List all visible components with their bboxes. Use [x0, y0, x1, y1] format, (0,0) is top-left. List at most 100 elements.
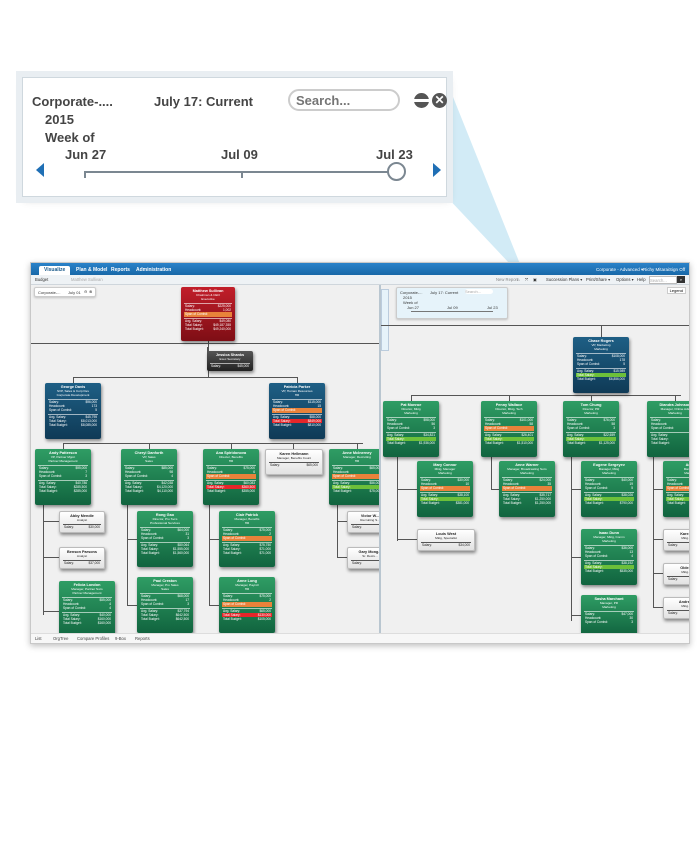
node-dept: Marketing — [602, 471, 616, 475]
arrow-right-icon[interactable] — [433, 163, 441, 177]
footer-list[interactable]: List — [35, 636, 42, 641]
breadcrumb[interactable]: Matthew Sullivan — [71, 276, 103, 283]
org-node[interactable]: Anne Long Manager, Payroll HR Salary: $75,00… — [219, 577, 275, 633]
org-node[interactable]: Adri...Manager...MarketingSalary:Headcou… — [663, 461, 689, 517]
org-node[interactable]: Anne McInerney Manager, Recruiting HR Salar… — [329, 449, 379, 505]
timeline-track[interactable] — [85, 171, 395, 173]
node-stats: Salary: $34,000 — [421, 542, 471, 547]
org-node[interactable]: Abby Mendle Analyst Salary: $30,000 — [59, 511, 105, 533]
options-menu[interactable]: Options ▾ — [616, 276, 634, 283]
org-node[interactable]: Karen Hellmann Manager, Benefits Count Sal… — [265, 449, 323, 475]
org-node[interactable]: Tom Chung Director, PR Marketing Salary: $76… — [563, 401, 619, 457]
node-dept: Marketing — [602, 605, 616, 609]
org-node[interactable]: Cheryl Danforth VP, Sales Sales Salary: $85,… — [121, 449, 177, 505]
close-circle-icon[interactable]: ✕ — [432, 93, 447, 108]
search-icon[interactable]: ⌕ — [677, 276, 685, 283]
org-node[interactable]: Felicia London Manager, Partner Svcs Partn… — [59, 581, 115, 633]
arrow-left-icon[interactable] — [36, 163, 44, 177]
node-stats: Salary: $37,000 — [63, 560, 101, 565]
stat-value: 4 — [171, 474, 173, 479]
search-input[interactable] — [288, 89, 400, 111]
connector-line — [337, 557, 347, 558]
connector-line — [43, 611, 59, 612]
node-stats: Salary: — [667, 542, 689, 547]
stat-row: Total Budget: $381,000 — [420, 501, 470, 505]
org-node[interactable]: Mary Connor Mktg, Manager Marketing Salary:… — [417, 461, 473, 517]
stat-value: $535,000 — [619, 568, 633, 573]
org-node[interactable]: Louis West Mktg, Specialist Salary: $34,000 — [417, 529, 475, 551]
left-org-pane[interactable]: Corporate-... July 01 ⊖ ⊗ Matthew Sulliv… — [31, 285, 381, 633]
mini-timeline-track[interactable] — [411, 311, 493, 312]
stat-row: Span of Control: 3 — [386, 426, 436, 430]
stat-row: Total Budget: $1,510,000 — [484, 441, 534, 445]
footer-reports[interactable]: Reports — [135, 636, 150, 641]
connector-line — [337, 521, 347, 522]
stat-label: Span of Control: — [585, 554, 609, 559]
close-circle-icon[interactable]: ⊗ — [89, 289, 92, 294]
footer-orgtree[interactable]: OrgTree — [53, 636, 68, 641]
stat-value: 58 — [529, 422, 533, 427]
footer-9box[interactable]: 9-Box — [115, 636, 126, 641]
org-node[interactable]: Sasha Marchant Manager, PR Marketing Salary… — [581, 595, 637, 633]
org-node[interactable]: Olde...Mktg...Salary: — [663, 563, 689, 585]
stat-row: Span of Control: — [666, 486, 689, 491]
org-node[interactable]: Benson Parsons Analyst Salary: $37,000 — [59, 547, 105, 569]
stat-value: $38,192 — [621, 560, 633, 565]
zoom-slider[interactable] — [381, 289, 389, 351]
org-selector[interactable]: Corporate - Advanced ▾ — [596, 266, 643, 274]
stat-value: $38,100 — [457, 492, 469, 497]
stat-value: $26,401 — [521, 432, 533, 437]
org-node[interactable]: Andy Patterson VP, Partner Mgmt Partner Ma… — [35, 449, 91, 505]
org-node[interactable]: Matthew Sullivan Chairman & CEO Executive S… — [181, 287, 235, 341]
org-node[interactable]: Penny Wallace Director, Mktg, Tech Marketi… — [481, 401, 537, 457]
org-node[interactable]: Patricia Parker VP, Human Resources HR Sala… — [269, 383, 325, 439]
org-node[interactable]: Paul Creston Manager, Pro Sales Sales Salar… — [137, 577, 193, 633]
budget-button[interactable]: Budget — [35, 276, 48, 283]
help-menu[interactable]: Help — [637, 276, 646, 283]
minus-circle-icon[interactable]: ⊖ — [84, 289, 87, 294]
node-stats: Salary: $76,000 Headcount: 58 Span of Contro… — [566, 417, 616, 445]
print-share-menu[interactable]: Print/Share ▾ — [586, 276, 610, 283]
stat-value: 6 — [253, 470, 255, 475]
mini-search-input[interactable]: Search... — [465, 289, 493, 294]
node-title: Mktg... — [681, 604, 689, 608]
org-node[interactable]: Gary Mong... Sr. Recru... Salary: — [347, 547, 379, 569]
org-node[interactable]: Victor W... Recruiting S... Salary: — [347, 511, 379, 533]
org-node[interactable]: Rong Gao Director, Pro Svcs Professional S… — [137, 511, 193, 567]
minus-circle-icon[interactable] — [414, 93, 429, 108]
home-icon[interactable]: ⌂ — [517, 276, 520, 283]
org-node[interactable]: Kare...Mktg...Salary: — [663, 529, 689, 551]
layout-icon[interactable]: ▣ — [533, 276, 537, 283]
org-node[interactable]: Anne Warner Manager, Broadcasting Svcs Mar… — [499, 461, 555, 517]
new-report-button[interactable]: New Report — [496, 276, 518, 283]
stat-value: $71,000 — [259, 550, 271, 555]
node-stats: Salary: $24,000 Headcount: 35 Span of Contro… — [502, 477, 552, 505]
user-name[interactable]: Richy Mitarai — [643, 266, 669, 274]
toolbar-search-input[interactable]: Search... — [649, 276, 677, 284]
org-node[interactable]: Diandra Johnson Manager, Online Ads Market… — [647, 401, 689, 457]
org-node[interactable]: George Davis SVP, Sales & Corp Dev Corpora… — [45, 383, 101, 439]
tab-administration[interactable]: Administration — [131, 266, 176, 275]
node-stats: Salary: $75,000 Headcount: 6 Span of Control… — [206, 465, 256, 493]
mini-timeline-right[interactable]: Corporate-... 2015 Week of July 17: Curr… — [396, 287, 508, 319]
legend-button[interactable]: Legend — [666, 287, 686, 294]
org-node[interactable]: Eugene Sergeyev Manager, Mktg Marketing Sal… — [581, 461, 637, 517]
org-node[interactable]: Jessica Shanks Exec Secretary Salary: $45,0… — [207, 351, 253, 371]
org-node[interactable]: Pat Monroe Director, Mktg Marketing Salary:… — [383, 401, 439, 457]
right-org-pane[interactable]: Corporate-... 2015 Week of July 17: Curr… — [381, 285, 689, 633]
org-node[interactable]: Clair Patrick Manager, Benefits HR Salary: $… — [219, 511, 275, 567]
fit-icon[interactable]: ⤧ — [525, 276, 528, 283]
stat-row: Total Budget: $105,000 — [222, 617, 272, 621]
succession-plans-menu[interactable]: Succession Plans ▾ — [546, 276, 582, 283]
node-dept: Marketing — [584, 411, 598, 415]
mini-timeline-left[interactable]: Corporate-... July 01 ⊖ ⊗ — [34, 287, 96, 297]
footer-compare-profiles[interactable]: Compare Profiles — [77, 636, 109, 641]
sign-off-link[interactable]: Sign Off — [669, 266, 685, 274]
org-node[interactable]: Andre...Mktg...Salary: — [663, 597, 689, 619]
org-node[interactable]: Isaac Dunn Manager, Mktg, Comm Marketing Sa… — [581, 529, 637, 585]
timeline-handle[interactable] — [387, 162, 406, 181]
org-node[interactable]: Chase Rogers VP, Marketing Marketing Salary… — [573, 337, 629, 393]
org-node[interactable]: Ana Spiridonova Director, Benefits HR Salar… — [203, 449, 259, 505]
tab-visualize[interactable]: Visualize — [39, 266, 71, 275]
node-stats: Salary: $96,000 Headcount: 173 Span of Contr… — [48, 399, 98, 427]
